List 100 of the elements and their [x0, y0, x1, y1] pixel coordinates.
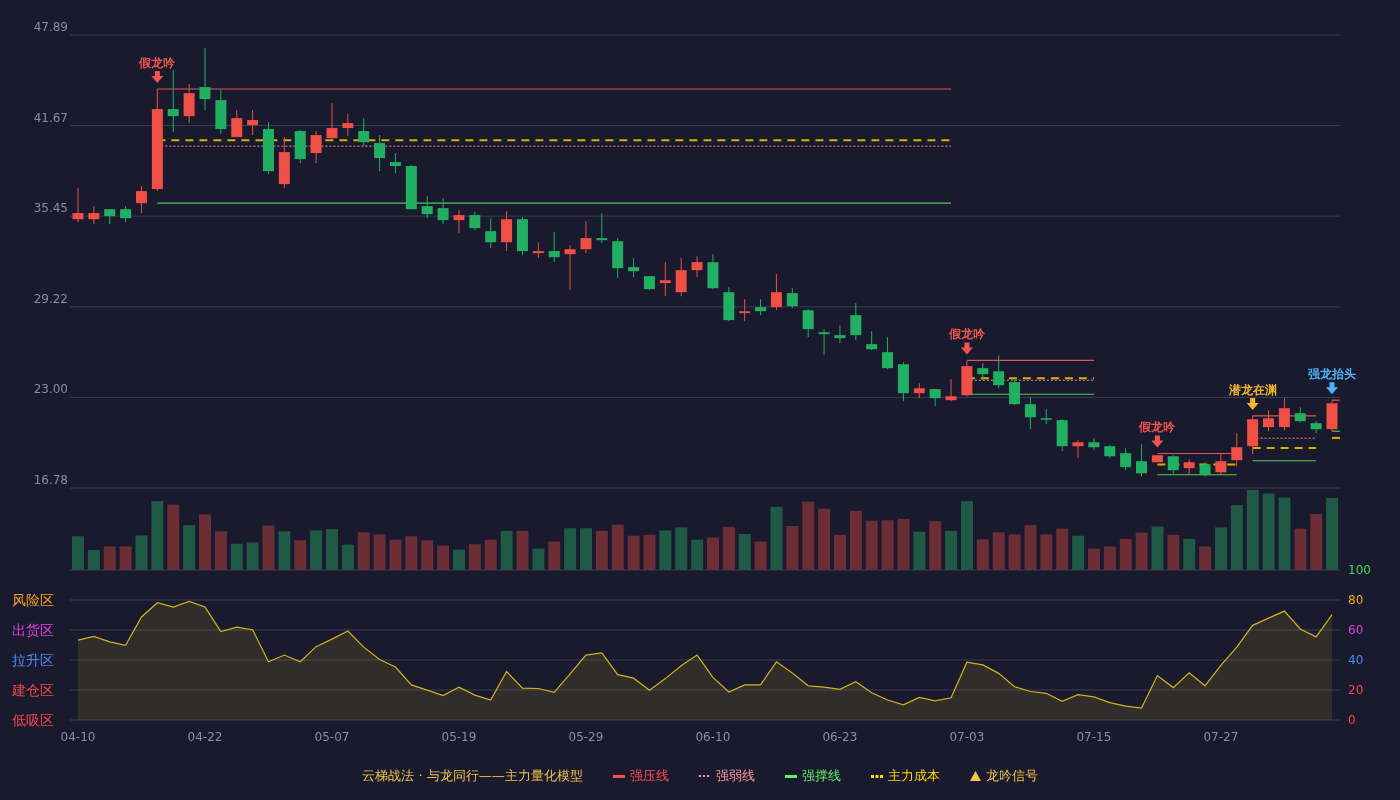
candle — [1294, 406, 1306, 423]
candle — [675, 257, 687, 297]
candle — [88, 205, 100, 225]
candle — [882, 336, 894, 370]
candle — [580, 220, 592, 254]
candle — [993, 354, 1005, 389]
price-level-line — [1252, 415, 1317, 417]
signal-label: 假龙吟 — [1139, 420, 1176, 435]
legend-label: 主力成本 — [887, 767, 940, 785]
candle — [802, 308, 814, 338]
candle — [929, 388, 941, 407]
candle — [1183, 458, 1195, 476]
candle — [1072, 439, 1084, 459]
candle — [1056, 418, 1068, 452]
zone-label: 低吸区 — [12, 712, 54, 728]
axis-label: 80 — [1348, 593, 1364, 607]
signal-label: 假龙吟 — [139, 56, 176, 70]
candle — [358, 117, 370, 147]
legend-label: 强撑线 — [801, 767, 841, 785]
axis-label: 05-29 — [568, 730, 604, 744]
candle — [231, 109, 243, 138]
candle — [1215, 452, 1227, 476]
axis-label: 100 — [1348, 563, 1371, 577]
legend-label: 龙吟信号 — [985, 767, 1038, 785]
axis-label: 06-23 — [822, 730, 858, 744]
axis-label: 07-27 — [1203, 730, 1239, 744]
candle — [374, 134, 386, 172]
candle — [1151, 454, 1163, 463]
candle — [961, 360, 973, 397]
candle — [659, 261, 671, 297]
price-level-line — [1331, 436, 1341, 439]
candle — [834, 324, 846, 344]
legend-label: 强弱线 — [715, 767, 755, 785]
candle — [913, 382, 925, 399]
candle — [72, 187, 84, 223]
candle — [1326, 399, 1338, 432]
zone-label: 出货区 — [12, 622, 54, 638]
candle — [1263, 409, 1274, 432]
zone-label: 建仓区 — [12, 682, 54, 698]
candle — [1024, 396, 1036, 430]
price-level-line — [1252, 460, 1317, 462]
price-level-line — [1251, 447, 1318, 450]
candle — [405, 164, 417, 210]
axis-label: 06-10 — [695, 730, 731, 744]
candle — [263, 121, 274, 175]
candle — [866, 330, 878, 351]
candle — [850, 302, 862, 341]
axis-label: 04-22 — [187, 730, 223, 744]
candle — [453, 209, 465, 234]
signal-label: 潜龙在渊 — [1228, 382, 1277, 397]
signal-label: 强龙抬头 — [1308, 367, 1356, 382]
candle — [977, 362, 989, 381]
price-level-line — [1331, 399, 1341, 401]
candle — [755, 298, 767, 316]
axis-label: 20 — [1348, 683, 1364, 697]
candle — [1040, 408, 1052, 425]
candle — [516, 216, 528, 256]
candle — [310, 130, 322, 164]
axis-label: 47.89 — [33, 20, 68, 34]
candle — [945, 378, 957, 402]
candle — [326, 102, 338, 141]
axis-label: 07-03 — [949, 730, 985, 744]
candle — [770, 273, 782, 311]
candle — [294, 129, 306, 164]
candle — [739, 298, 751, 322]
candle — [1231, 432, 1243, 467]
candle — [612, 237, 624, 279]
candle — [596, 212, 608, 244]
candle — [469, 211, 481, 231]
candle — [1104, 444, 1116, 459]
candle — [1009, 379, 1021, 406]
candle — [1310, 420, 1322, 434]
axis-label: 35.45 — [33, 201, 68, 216]
price-level-line — [1331, 430, 1341, 432]
candle — [897, 361, 909, 402]
candle — [167, 69, 179, 133]
candle — [437, 197, 449, 225]
candle — [183, 83, 195, 124]
axis-label: 60 — [1348, 623, 1364, 637]
axis-label: 05-19 — [441, 730, 477, 744]
candle — [120, 205, 132, 223]
candle — [1136, 443, 1147, 477]
candle — [1167, 454, 1179, 475]
candle — [136, 185, 147, 214]
candle — [564, 244, 576, 291]
legend-title: 云梯战法 · 与龙同行——主力量化模型 — [362, 767, 583, 785]
candle — [247, 109, 259, 136]
axis-label: 16.78 — [33, 473, 68, 487]
candle — [1088, 437, 1100, 451]
axis-label: 29.22 — [33, 291, 68, 306]
axis-label: 41.67 — [33, 110, 68, 125]
axis-label: 40 — [1348, 653, 1364, 667]
candle — [485, 217, 497, 249]
axis-label: 04-10 — [60, 730, 96, 744]
candle — [1247, 415, 1259, 455]
candle — [342, 113, 354, 137]
zone-label: 拉升区 — [12, 652, 54, 668]
candle — [628, 257, 640, 278]
candle — [818, 328, 830, 356]
candle — [786, 287, 798, 309]
